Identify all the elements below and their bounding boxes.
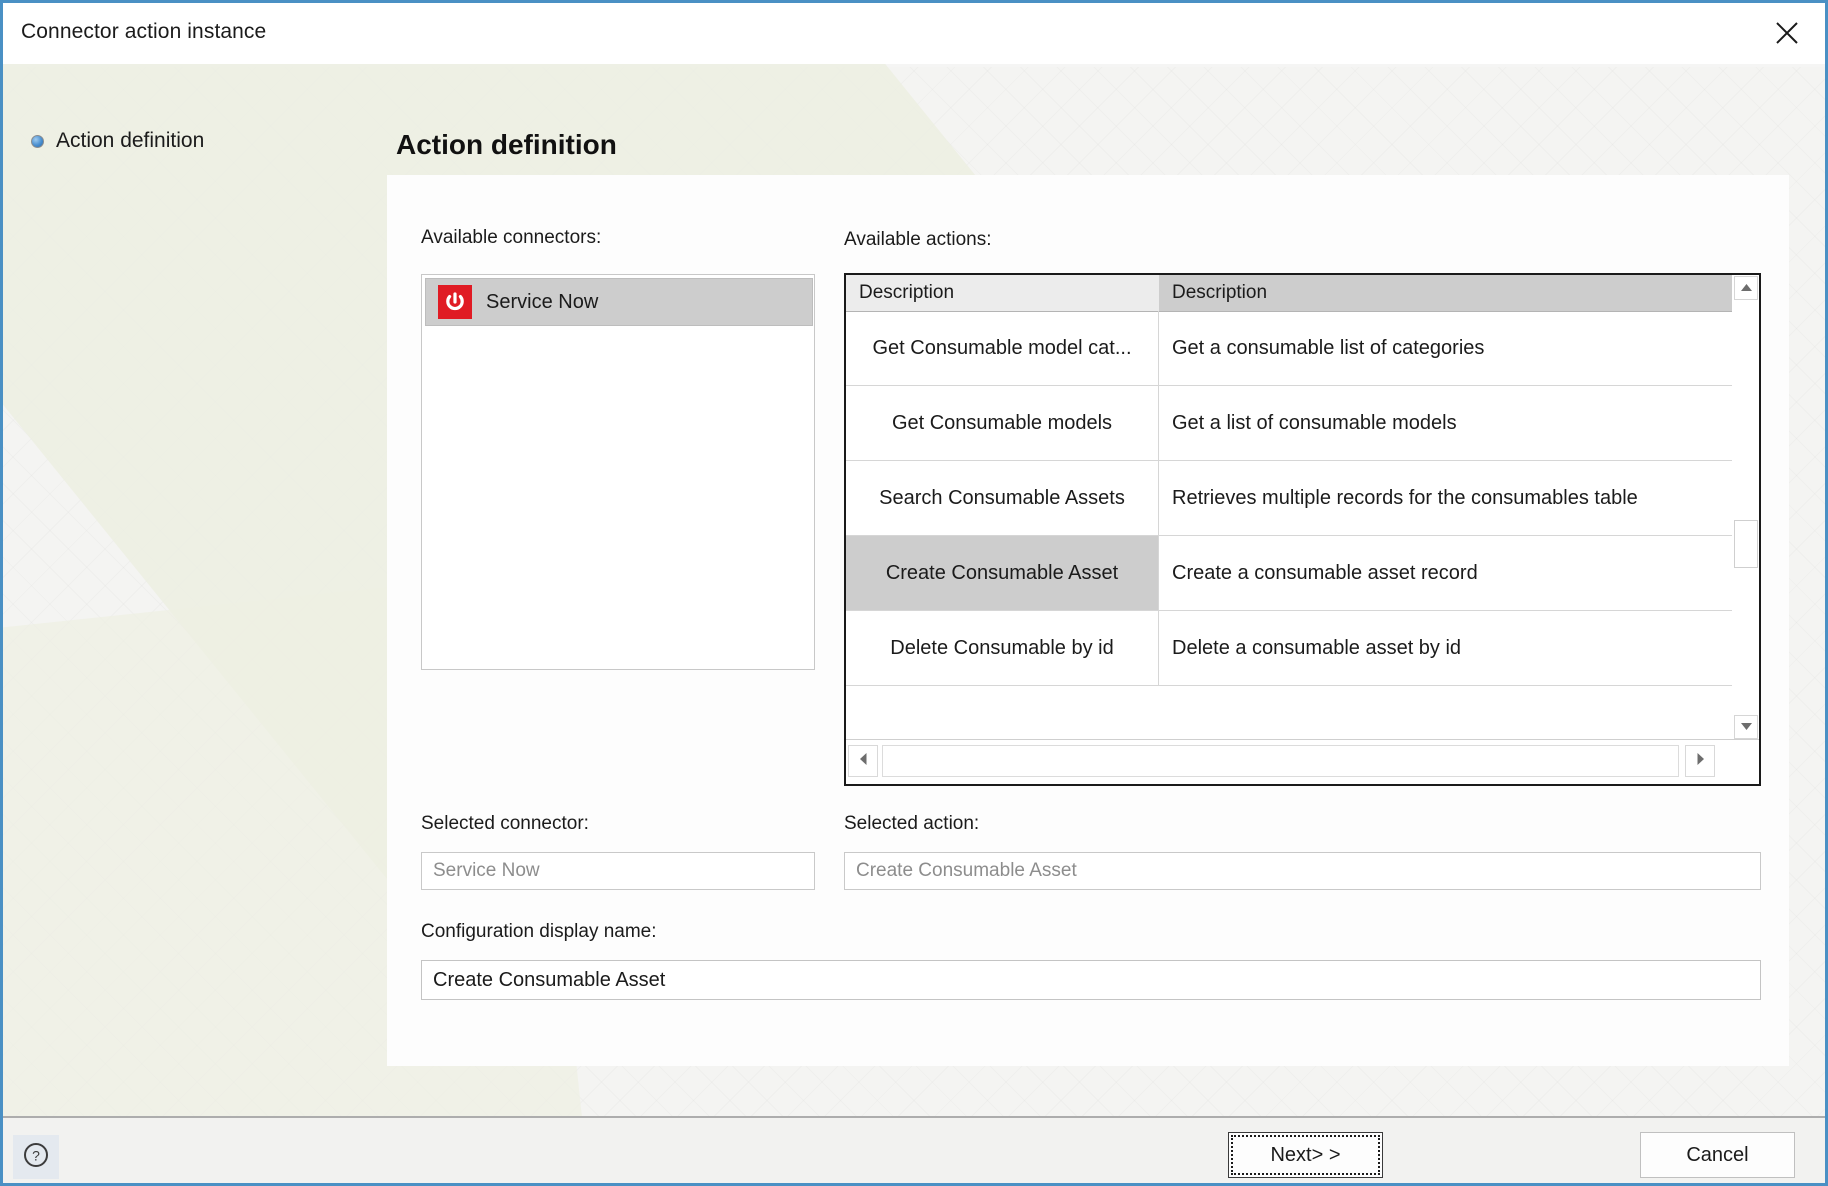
scroll-right-button[interactable] [1685,745,1715,777]
action-name-cell[interactable]: Get Consumable model cat... [846,311,1159,385]
selected-action-input[interactable]: Create Consumable Asset [844,852,1761,890]
power-icon [438,285,472,319]
action-description-cell[interactable]: Delete a consumable asset by id [1159,611,1733,685]
available-connectors-list[interactable]: Service Now [421,274,815,670]
close-icon [1774,20,1800,46]
cancel-button[interactable]: Cancel [1640,1132,1795,1178]
sidebar-item-label: Action definition [56,129,205,152]
column-header-description[interactable]: Description [1159,275,1759,311]
action-name-cell[interactable]: Search Consumable Assets [846,461,1159,535]
vertical-scrollbar-thumb[interactable] [1734,520,1758,568]
triangle-left-icon [859,752,868,771]
bullet-icon [31,134,44,148]
table-row[interactable]: Get Consumable model cat... Get a consum… [846,311,1733,386]
svg-text:?: ? [32,1147,40,1163]
column-header-name[interactable]: Description [846,275,1159,311]
selected-connector-label: Selected connector: [421,813,589,834]
action-name-cell[interactable]: Create Consumable Asset [846,536,1159,610]
scroll-left-button[interactable] [848,745,878,777]
action-description-cell[interactable]: Get a consumable list of categories [1159,311,1733,385]
configuration-display-name-label: Configuration display name: [421,921,657,942]
close-button[interactable] [1759,7,1815,59]
action-name-cell[interactable]: Delete Consumable by id [846,611,1159,685]
table-row[interactable]: Get Consumable models Get a list of cons… [846,386,1733,461]
question-mark-icon: ? [23,1142,49,1173]
selected-connector-input[interactable]: Service Now [421,852,815,890]
scroll-up-button[interactable] [1734,276,1758,300]
connector-list-item[interactable]: Service Now [425,278,813,326]
action-name-cell[interactable]: Get Consumable models [846,386,1159,460]
connector-name: Service Now [486,290,599,313]
available-actions-grid: Description Description Get Consumable m… [844,273,1761,786]
table-row[interactable]: Search Consumable Assets Retrieves multi… [846,461,1733,536]
available-connectors-label: Available connectors: [421,227,602,248]
grid-body: Get Consumable model cat... Get a consum… [846,311,1733,740]
action-description-cell[interactable]: Create a consumable asset record [1159,536,1733,610]
dialog-window: Connector action instance Action definit… [0,0,1828,1186]
triangle-down-icon [1740,718,1753,736]
action-description-cell[interactable]: Get a list of consumable models [1159,386,1733,460]
triangle-up-icon [1740,279,1753,297]
available-actions-label: Available actions: [844,229,992,250]
horizontal-scrollbar-thumb[interactable] [882,745,1679,777]
table-row[interactable]: Delete Consumable by id Delete a consuma… [846,611,1733,686]
grid-header-row: Description Description [846,275,1759,312]
next-button[interactable]: Next> > [1228,1132,1383,1178]
action-description-cell[interactable]: Retrieves multiple records for the consu… [1159,461,1733,535]
table-row-selected[interactable]: Create Consumable Asset Create a consuma… [846,536,1733,611]
help-button[interactable]: ? [13,1135,59,1179]
selected-action-label: Selected action: [844,813,980,834]
footer-bar: ? Next> > Cancel [3,1118,1825,1183]
window-title: Connector action instance [21,20,267,43]
title-bar: Connector action instance [3,3,1825,64]
scroll-down-button[interactable] [1734,715,1758,739]
configuration-display-name-input[interactable]: Create Consumable Asset [421,960,1761,1000]
sidebar: Action definition [3,67,387,1062]
vertical-scrollbar[interactable] [1732,275,1759,740]
triangle-right-icon [1696,752,1705,771]
horizontal-scrollbar[interactable] [846,739,1759,784]
scrollbar-corner [1719,745,1757,777]
page-title: Action definition [396,129,617,160]
sidebar-item-action-definition[interactable]: Action definition [31,129,204,153]
